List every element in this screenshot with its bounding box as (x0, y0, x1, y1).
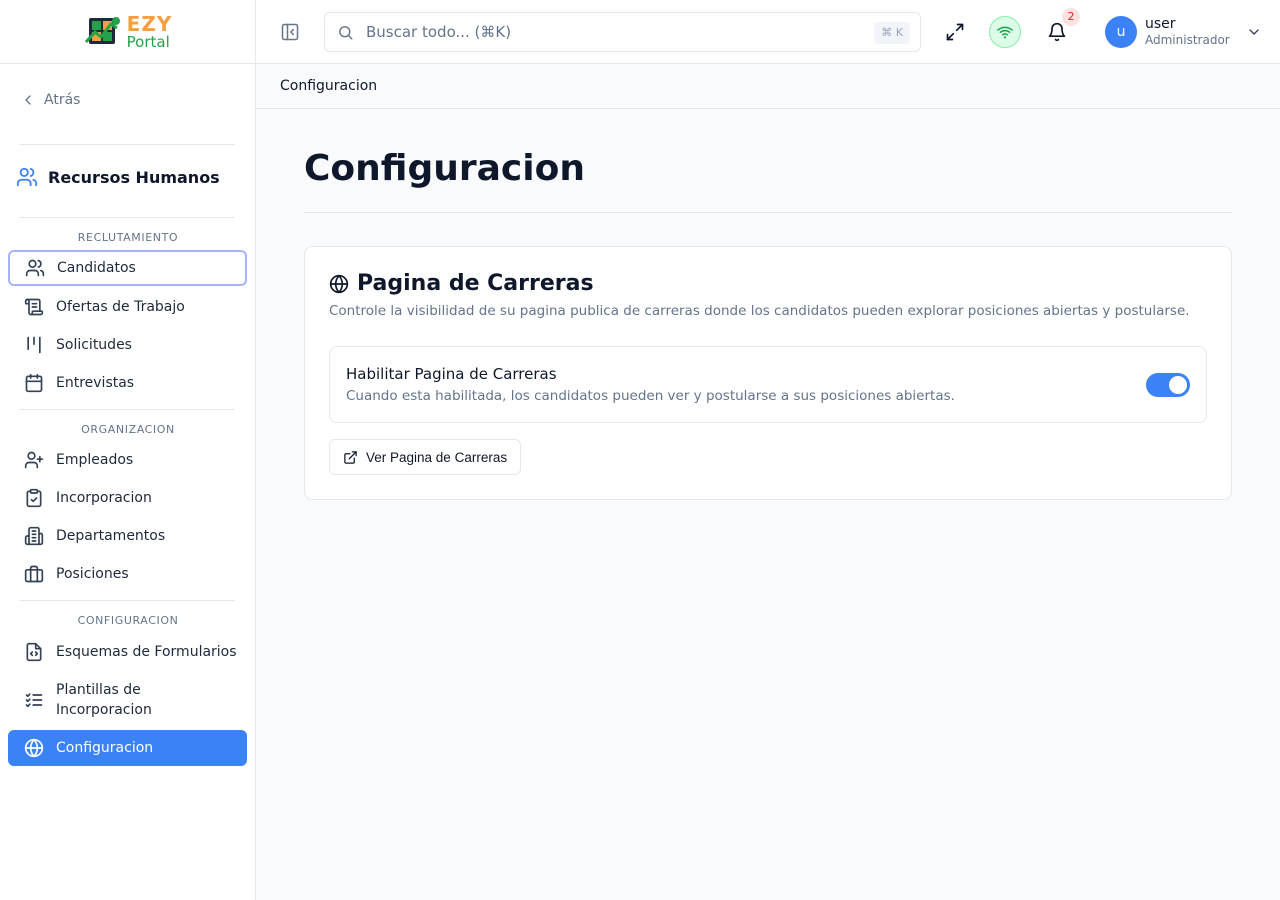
view-careers-button[interactable]: Ver Pagina de Carreras (329, 439, 522, 475)
sidebar-item-label: Posiciones (56, 566, 129, 582)
user-name: user (1145, 16, 1176, 33)
search-box[interactable]: ⌘ K (324, 12, 921, 52)
ezy-logo-icon (84, 16, 120, 44)
sidebar-item-departamentos[interactable]: Departamentos (8, 518, 247, 554)
divider (20, 217, 235, 218)
search-input[interactable] (366, 23, 846, 41)
sidebar-toggle-icon[interactable] (280, 22, 300, 42)
sidebar-item-solicitudes[interactable]: Solicitudes (8, 327, 247, 363)
divider (20, 600, 235, 601)
building-icon (24, 526, 44, 546)
external-link-icon (344, 450, 357, 464)
users-icon (16, 167, 38, 187)
sidebar-item-label: Entrevistas (56, 375, 135, 391)
fullscreen-button[interactable] (939, 16, 971, 48)
sidebar-item-ofertas[interactable]: Ofertas de Trabajo (8, 289, 247, 325)
section-label-configuracion: CONFIGURACION (77, 614, 179, 627)
sidebar-item-label: Configuracion (56, 740, 154, 756)
user-menu[interactable]: u user Administrador (1105, 16, 1262, 48)
card-description: Controle la visibilidad de su pagina pub… (329, 303, 1190, 319)
maximize-icon (946, 23, 964, 41)
sidebar-item-label: Empleados (56, 452, 134, 468)
sidebar-item-configuracion[interactable]: Configuracion (8, 730, 247, 766)
sidebar-item-candidatos[interactable]: Candidatos (8, 250, 247, 286)
logo[interactable]: EZY Portal (0, 0, 255, 64)
briefcase-icon (24, 565, 44, 583)
back-link[interactable]: Atrás (20, 92, 80, 108)
card-title: Pagina de Carreras (357, 271, 594, 296)
sidebar-item-posiciones[interactable]: Posiciones (8, 556, 247, 592)
notification-badge: 2 (1062, 8, 1080, 26)
sidebar-item-label: Ofertas de Trabajo (56, 299, 185, 315)
section-label-reclutamiento: RECLUTAMIENTO (77, 231, 179, 244)
top-bar: ⌘ K 2 u user Administrador (256, 0, 1280, 64)
sidebar-item-label: Departamentos (56, 528, 166, 544)
user-role: Administrador (1145, 33, 1230, 48)
kanban-icon (27, 336, 41, 354)
divider (20, 409, 235, 410)
section-label-organizacion: ORGANIZACION (81, 423, 175, 436)
search-shortcut: ⌘ K (874, 22, 910, 44)
sidebar-item-incorporacion[interactable]: Incorporacion (8, 480, 247, 516)
sidebar-item-label: Incorporacion (56, 490, 152, 506)
careers-card: Pagina de Carreras Controle la visibilid… (304, 246, 1232, 500)
back-label: Atrás (44, 92, 81, 108)
clipboard-check-icon (26, 488, 42, 508)
globe-icon (329, 274, 349, 293)
globe-icon (24, 738, 44, 758)
brand-line2: Portal (126, 32, 170, 51)
view-careers-label: Ver Pagina de Carreras (366, 449, 508, 465)
file-code-icon (26, 642, 42, 662)
enable-careers-setting: Habilitar Pagina de Carreras Cuando esta… (329, 346, 1207, 423)
sidebar: EZY Portal Atrás Recursos Humanos RECLUT… (0, 0, 256, 900)
calendar-icon (25, 373, 43, 393)
sidebar-item-label: Candidatos (57, 260, 136, 276)
sidebar-item-entrevistas[interactable]: Entrevistas (8, 365, 247, 401)
sidebar-item-esquemas[interactable]: Esquemas de Formularios (8, 634, 247, 670)
setting-title: Habilitar Pagina de Carreras (346, 365, 557, 383)
sidebar-item-label: Plantillas de Incorporacion (56, 682, 152, 718)
users-icon (25, 259, 45, 277)
user-plus-icon (24, 451, 44, 469)
toggle-knob (1169, 376, 1187, 394)
module-header: Recursos Humanos (16, 166, 220, 188)
divider (20, 144, 235, 145)
breadcrumb-current: Configuracion (280, 78, 378, 94)
avatar: u (1105, 16, 1137, 48)
wifi-icon (997, 26, 1013, 39)
enable-careers-toggle[interactable] (1146, 373, 1190, 397)
chevron-left-icon (25, 95, 31, 105)
title-divider (304, 212, 1232, 213)
brand-line1: EZY (126, 11, 173, 36)
sidebar-item-label: Solicitudes (56, 337, 132, 353)
module-title: Recursos Humanos (48, 167, 220, 187)
setting-description: Cuando esta habilitada, los candidatos p… (346, 388, 955, 404)
breadcrumb: Configuracion (256, 64, 1280, 109)
bell-icon (1048, 22, 1066, 42)
search-icon (339, 25, 353, 40)
sidebar-item-label: Esquemas de Formularios (56, 644, 237, 660)
sidebar-item-empleados[interactable]: Empleados (8, 442, 247, 478)
connection-status-button[interactable] (989, 16, 1021, 48)
page-title: Configuracion (304, 148, 585, 189)
chevron-down-icon (1249, 29, 1259, 35)
list-checks-icon (25, 693, 43, 708)
sidebar-item-plantillas[interactable]: Plantillas de Incorporacion (8, 678, 247, 722)
scroll-icon (24, 298, 44, 316)
